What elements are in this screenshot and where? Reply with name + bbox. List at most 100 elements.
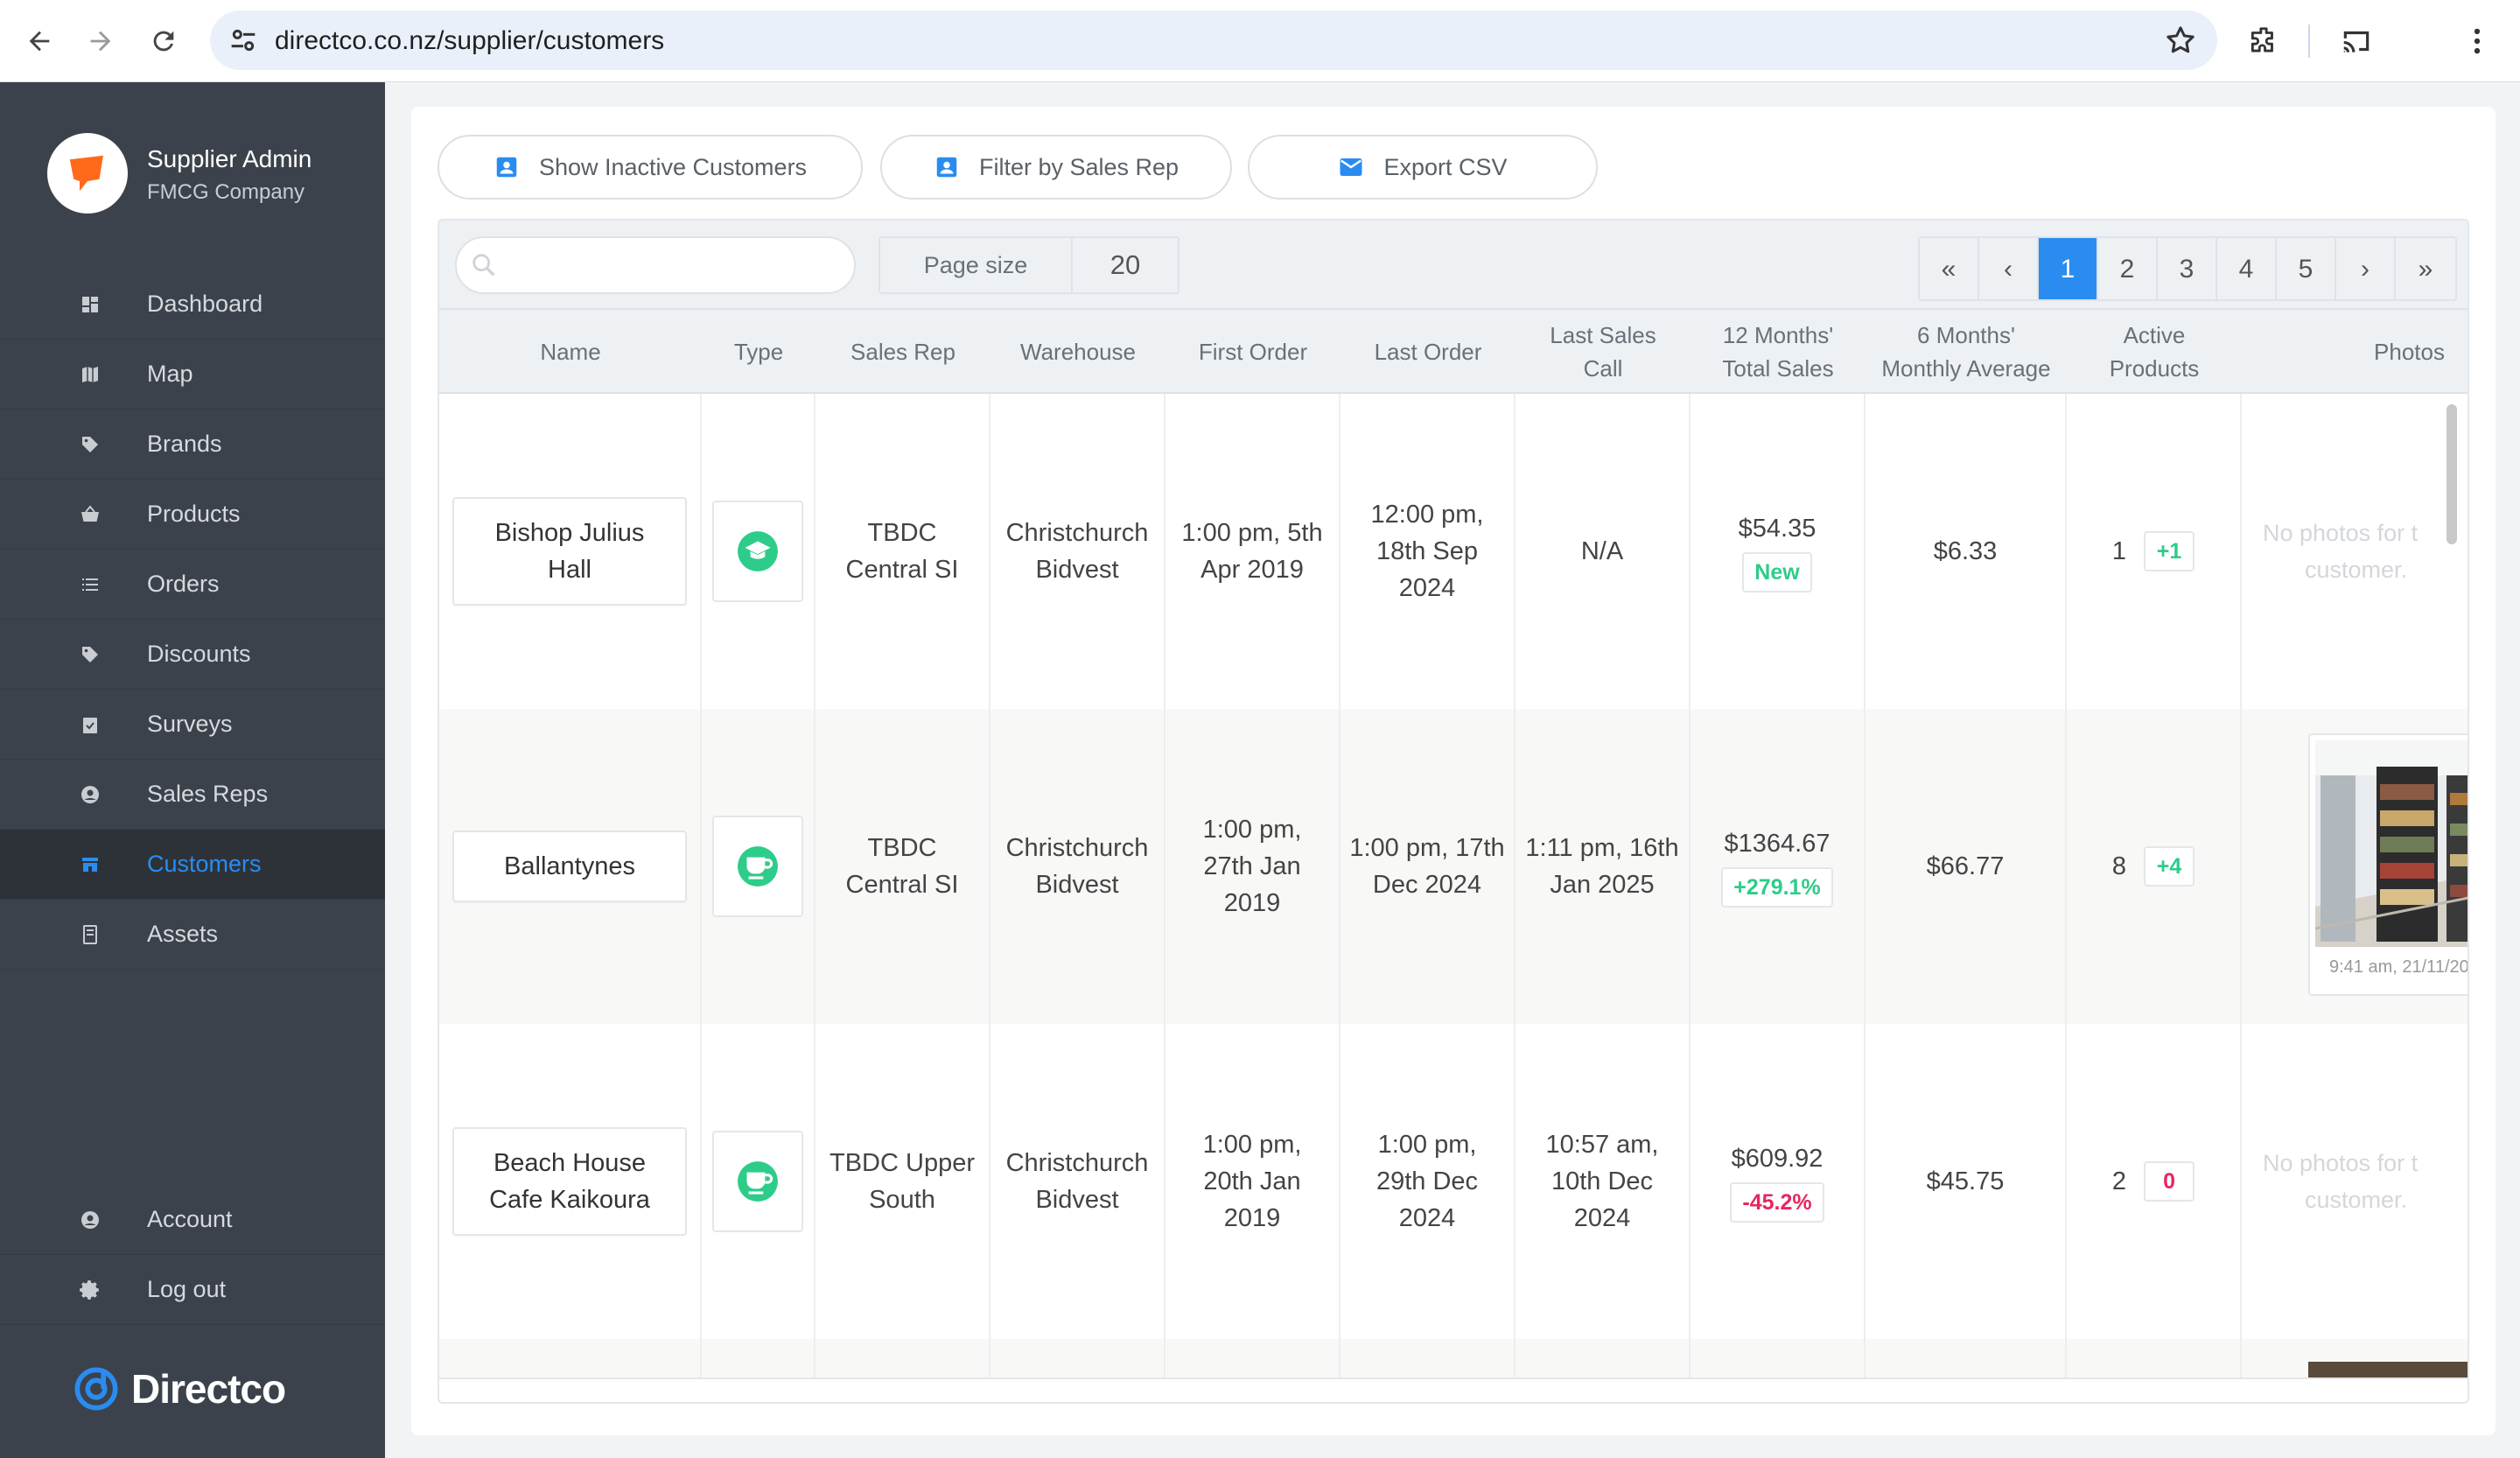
sidebar-item-discounts[interactable]: Discounts	[0, 620, 385, 690]
site-settings-icon[interactable]	[226, 23, 261, 58]
bookmark-star-icon[interactable]	[2163, 19, 2198, 67]
no-photos-text: customer.	[2305, 557, 2408, 583]
active-products-count: 2	[2111, 1167, 2127, 1195]
cell-type	[702, 394, 816, 709]
photo-timestamp: 9:41 am, 21/11/202	[2329, 957, 2469, 977]
table-row[interactable]	[439, 1339, 2468, 1377]
cafe-type-icon	[738, 846, 778, 887]
cast-icon[interactable]	[2334, 19, 2378, 63]
page-2-button[interactable]: 2	[2098, 238, 2158, 299]
export-csv-button[interactable]: Export CSV	[1248, 135, 1598, 200]
search-input[interactable]	[506, 245, 838, 287]
header-type[interactable]: Type	[702, 310, 816, 394]
wh-line: Christchurch	[1005, 1149, 1149, 1177]
date-line: 1:00 pm,	[1377, 1131, 1477, 1159]
wh-line: Christchurch	[1005, 834, 1149, 862]
search-box[interactable]	[455, 236, 856, 294]
address-bar[interactable]: directco.co.nz/supplier/customers	[210, 11, 2217, 70]
prev-page-button[interactable]: ‹	[1979, 238, 2039, 299]
cell-total-sales: $54.35 New	[1690, 394, 1866, 709]
sidebar-item-label: Sales Reps	[147, 781, 269, 807]
date-line: 1:00 pm, 17th	[1349, 834, 1505, 862]
map-icon	[77, 361, 103, 388]
page-1-button[interactable]: 1	[2039, 238, 2098, 299]
customer-name-button[interactable]: Bishop Julius Hall	[452, 497, 687, 606]
mail-icon	[1338, 154, 1364, 180]
customer-name-button[interactable]: Ballantynes	[452, 831, 687, 902]
show-inactive-customers-button[interactable]: Show Inactive Customers	[438, 135, 863, 200]
pagination: « ‹ 1 2 3 4 5 › »	[1918, 236, 2457, 301]
cell-photos: No photos for t customer.	[2242, 1024, 2468, 1339]
back-icon[interactable]	[18, 19, 61, 63]
sidebar-item-account[interactable]: Account	[0, 1185, 385, 1255]
horizontal-scrollbar[interactable]	[439, 1377, 2468, 1402]
table-row[interactable]: Beach House Cafe Kaikoura TBDC Upper Sou…	[439, 1024, 2468, 1339]
browser-menu-icon[interactable]	[2455, 19, 2499, 63]
filter-rep-label: Filter by Sales Rep	[978, 153, 1180, 180]
sidebar-item-dashboard[interactable]: Dashboard	[0, 270, 385, 340]
cell-name: Bishop Julius Hall	[439, 394, 702, 709]
header-first-order[interactable]: First Order	[1166, 310, 1340, 394]
sidebar-item-brands[interactable]: Brands	[0, 410, 385, 480]
header-name[interactable]: Name	[439, 310, 702, 394]
customer-type-badge[interactable]	[712, 1131, 803, 1232]
header-photos[interactable]: Photos	[2242, 310, 2468, 394]
customer-type-badge[interactable]	[712, 816, 803, 917]
active-products-change-badge: 0	[2144, 1161, 2195, 1202]
customer-type-badge[interactable]	[712, 501, 803, 602]
sidebar-item-customers[interactable]: Customers	[0, 830, 385, 900]
asset-icon	[77, 922, 103, 948]
table-row[interactable]: Bishop Julius Hall TBDC Central SI Chris…	[439, 394, 2468, 709]
contact-icon	[494, 154, 520, 180]
url-text[interactable]: directco.co.nz/supplier/customers	[275, 26, 664, 56]
sidebar-item-sales-reps[interactable]: Sales Reps	[0, 760, 385, 830]
cell-name: Beach House Cafe Kaikoura	[439, 1024, 702, 1339]
cell-type	[702, 709, 816, 1024]
header-sales-rep[interactable]: Sales Rep	[816, 310, 990, 394]
header-line: Last Sales	[1550, 322, 1656, 348]
customer-name-button[interactable]: Beach House Cafe Kaikoura	[452, 1127, 687, 1236]
page-size-input[interactable]: 20	[1073, 238, 1178, 292]
header-active-products[interactable]: Active Products	[2067, 310, 2242, 394]
directco-logo: Directco	[74, 1365, 286, 1412]
sidebar-item-assets[interactable]: Assets	[0, 900, 385, 970]
sidebar-item-products[interactable]: Products	[0, 480, 385, 550]
filter-by-sales-rep-button[interactable]: Filter by Sales Rep	[880, 135, 1232, 200]
directco-logo-icon	[74, 1367, 118, 1411]
sidebar-item-map[interactable]: Map	[0, 340, 385, 410]
user-circle-icon	[77, 782, 103, 808]
clipboard-check-icon	[77, 711, 103, 738]
call-line: 10:57 am,	[1545, 1131, 1659, 1159]
customer-photo-thumbnail[interactable]	[2308, 1362, 2468, 1377]
sidebar-item-orders[interactable]: Orders	[0, 550, 385, 620]
header-last-sales-call[interactable]: Last Sales Call	[1516, 310, 1690, 394]
first-page-button[interactable]: «	[1920, 238, 1979, 299]
sidebar-item-surveys[interactable]: Surveys	[0, 690, 385, 760]
last-page-button[interactable]: »	[2396, 238, 2455, 299]
page-4-button[interactable]: 4	[2217, 238, 2277, 299]
table-row[interactable]: Ballantynes TBDC Central SI Christchurch…	[439, 709, 2469, 1024]
org-subtitle: FMCG Company	[147, 180, 305, 204]
wh-line: Christchurch	[1005, 519, 1149, 547]
brand-name: Directco	[131, 1366, 286, 1412]
discount-tag-icon	[77, 641, 103, 668]
header-warehouse[interactable]: Warehouse	[990, 310, 1166, 394]
header-last-order[interactable]: Last Order	[1340, 310, 1516, 394]
vertical-scrollbar[interactable]	[2446, 404, 2457, 544]
page-5-button[interactable]: 5	[2277, 238, 2336, 299]
sidebar-item-logout[interactable]: Log out	[0, 1255, 385, 1325]
contact-icon	[934, 154, 960, 180]
next-page-button[interactable]: ›	[2336, 238, 2396, 299]
header-total-sales[interactable]: 12 Months' Total Sales	[1690, 310, 1866, 394]
page-3-button[interactable]: 3	[2158, 238, 2217, 299]
forward-icon[interactable]	[79, 19, 122, 63]
extensions-icon[interactable]	[2242, 19, 2286, 63]
no-photos-text: No photos for t	[2263, 1150, 2418, 1176]
cell-last-call: N/A	[1516, 394, 1690, 709]
sidebar-item-label: Customers	[147, 851, 262, 877]
reload-icon[interactable]	[142, 19, 186, 63]
customer-photo-thumbnail[interactable]: 9:41 am, 21/11/202	[2308, 733, 2469, 996]
header-monthly-average[interactable]: 6 Months' Monthly Average	[1866, 310, 2067, 394]
sidebar-item-label: Brands	[147, 431, 222, 457]
sales-change-badge: -45.2%	[1730, 1182, 1824, 1223]
